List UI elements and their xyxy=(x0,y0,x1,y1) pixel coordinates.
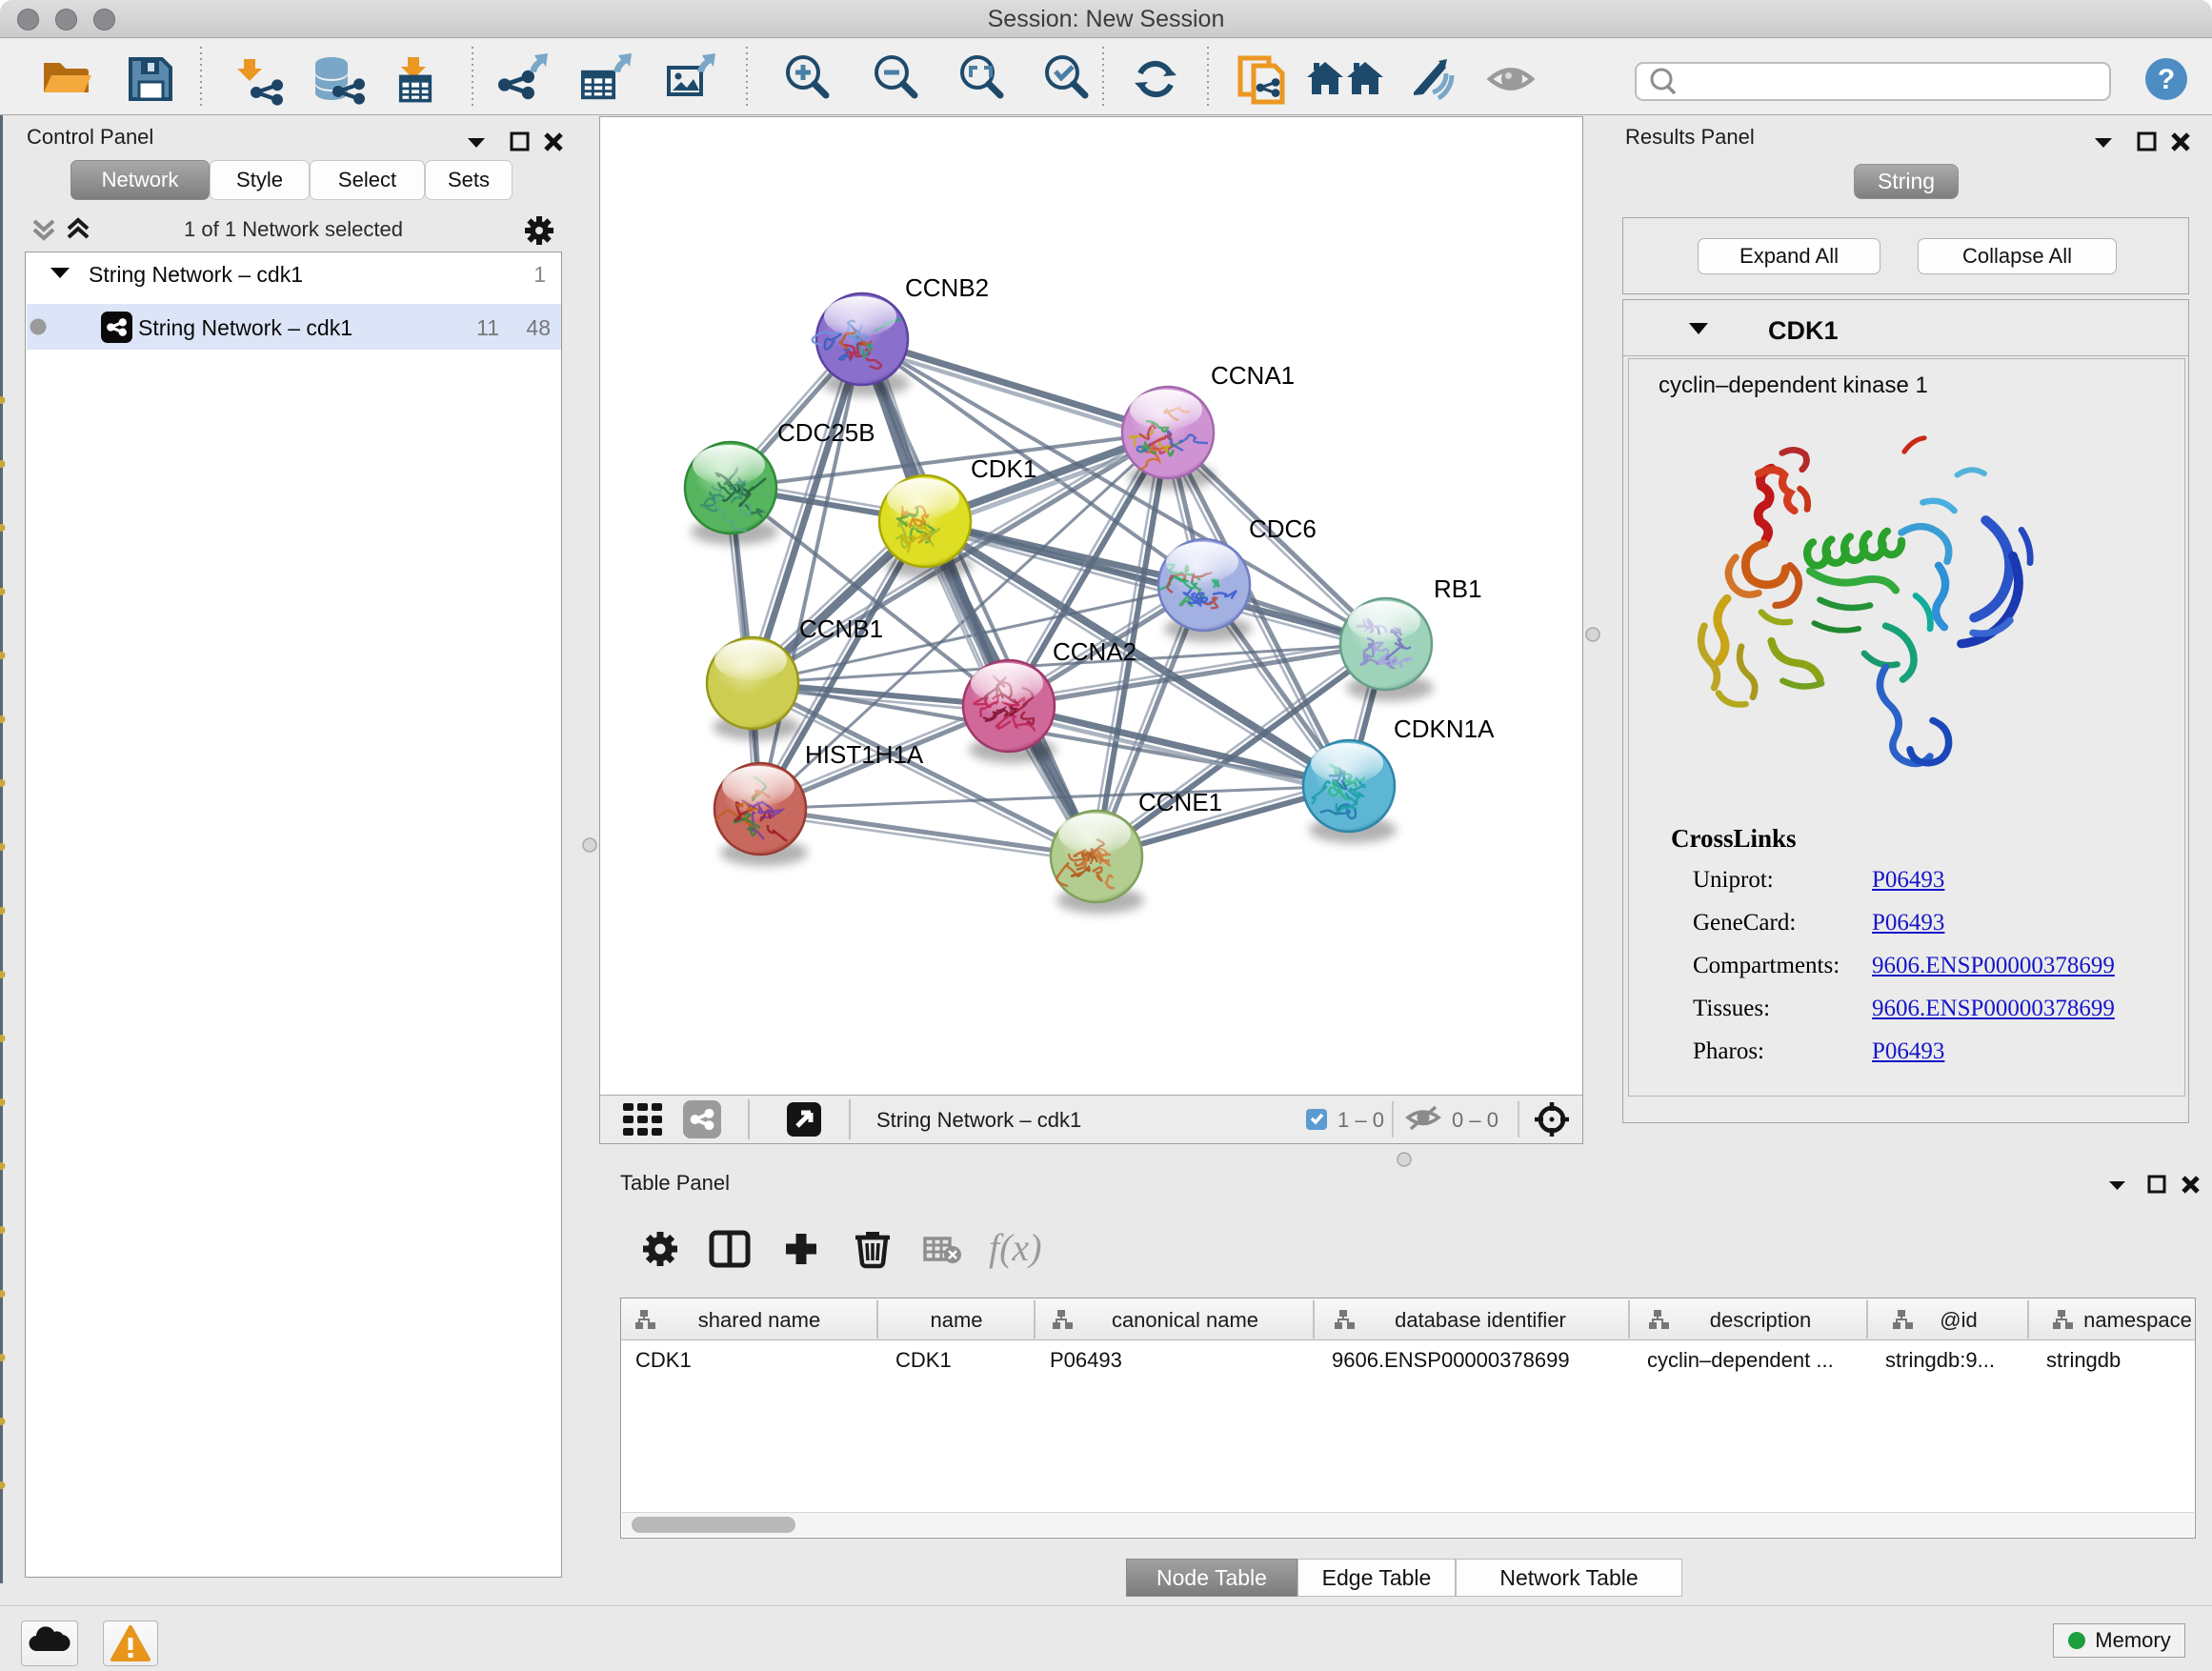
svg-text:CCNA2: CCNA2 xyxy=(1053,637,1136,666)
svg-text:namespace: namespace xyxy=(2083,1308,2192,1332)
svg-text:CCNB1: CCNB1 xyxy=(799,614,883,643)
svg-text:11: 11 xyxy=(476,315,499,340)
svg-text:String Network – cdk1: String Network – cdk1 xyxy=(89,262,303,287)
svg-text:CDC6: CDC6 xyxy=(1249,514,1317,543)
svg-text:RB1: RB1 xyxy=(1434,574,1482,603)
svg-text:CDK1: CDK1 xyxy=(971,454,1036,483)
svg-text:database identifier: database identifier xyxy=(1395,1308,1566,1332)
svg-text:CCNA1: CCNA1 xyxy=(1211,361,1295,390)
svg-text:1: 1 xyxy=(533,262,546,287)
svg-text:shared name: shared name xyxy=(698,1308,820,1332)
svg-text:f(x): f(x) xyxy=(989,1226,1042,1269)
svg-text:description: description xyxy=(1710,1308,1811,1332)
svg-text:CDC25B: CDC25B xyxy=(777,418,875,447)
svg-text:name: name xyxy=(930,1308,982,1332)
svg-text:String Network – cdk1: String Network – cdk1 xyxy=(876,1108,1081,1132)
svg-text:48: 48 xyxy=(526,315,551,340)
svg-text:CDKN1A: CDKN1A xyxy=(1394,715,1495,743)
svg-text:?: ? xyxy=(2158,64,2175,95)
svg-text:0 – 0: 0 – 0 xyxy=(1452,1108,1498,1132)
svg-text:HIST1H1A: HIST1H1A xyxy=(805,740,924,769)
svg-text:CCNB2: CCNB2 xyxy=(905,273,989,302)
svg-text:canonical name: canonical name xyxy=(1112,1308,1258,1332)
svg-text:1 – 0: 1 – 0 xyxy=(1337,1108,1384,1132)
svg-text:CCNE1: CCNE1 xyxy=(1138,788,1222,816)
svg-text:@id: @id xyxy=(1940,1308,1977,1332)
svg-text:String Network – cdk1: String Network – cdk1 xyxy=(138,315,352,340)
